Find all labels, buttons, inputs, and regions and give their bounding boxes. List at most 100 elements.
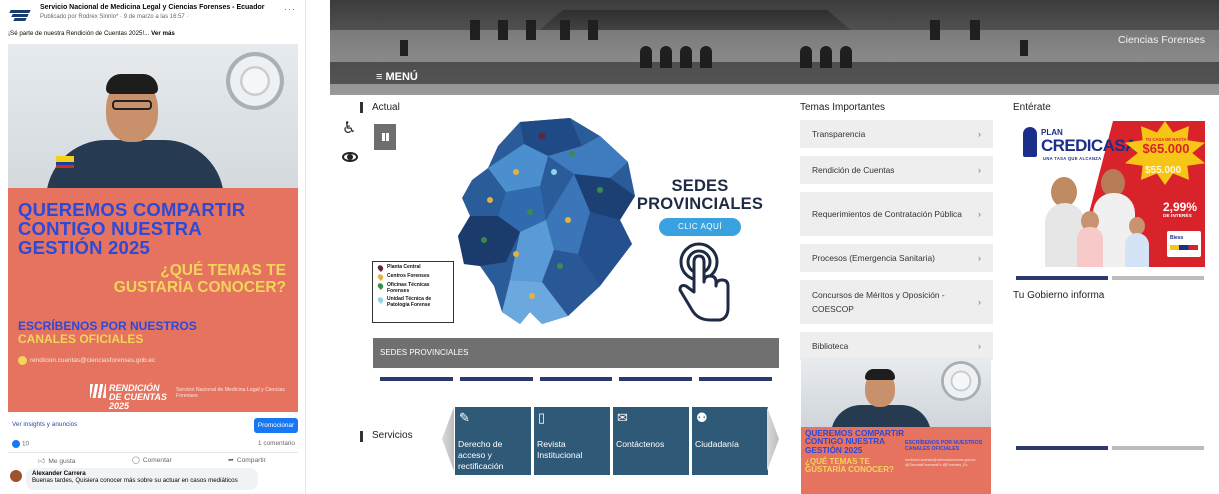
legend-label: Centros Forenses xyxy=(387,273,430,279)
banner-window xyxy=(526,20,536,40)
ad-tagline: UNA TASA QUE ALCANZA xyxy=(1043,156,1102,161)
clic-aqui-button[interactable]: CLIC AQUÍ xyxy=(659,218,741,236)
header-banner: Ciencias Forenses ≡ MENÚ xyxy=(330,0,1219,95)
like-button-label: Me gusta xyxy=(48,458,76,465)
slider-dot[interactable] xyxy=(539,377,613,381)
site-title-link[interactable]: Ciencias Forenses xyxy=(1118,34,1205,46)
legend-label: Planta Central xyxy=(387,264,421,270)
promote-button[interactable]: Promocionar xyxy=(254,418,298,433)
ad-star-text: TU CASA DE HASTA $65.000 xyxy=(1133,137,1199,156)
credicasa-ad[interactable]: PLAN CREDICASA UNA TASA QUE ALCANZA TU C… xyxy=(1013,121,1205,267)
slider-dot[interactable] xyxy=(1112,276,1204,280)
page-logo-icon[interactable] xyxy=(8,10,34,22)
service-card-contactenos[interactable]: ✉ Contáctenos xyxy=(613,407,689,475)
map-legend: Planta Central Centros Forenses Oficinas T… xyxy=(372,261,454,323)
service-card-derecho[interactable]: ✎ Derecho de acceso y rectificación xyxy=(455,407,531,475)
eye-icon[interactable] xyxy=(342,152,358,162)
see-more-link[interactable]: Ver más xyxy=(151,30,175,37)
service-label: Contáctenos xyxy=(616,439,665,449)
accessibility-toolbar: ♿︎ xyxy=(342,120,358,162)
reactions-count[interactable]: 10 xyxy=(12,440,29,448)
ad-slider-indicators xyxy=(1016,276,1204,280)
section-bar xyxy=(360,431,363,442)
tema-contratacion[interactable]: Requerimientos de Contratación Pública › xyxy=(800,192,993,236)
tema-transparencia[interactable]: Transparencia › xyxy=(800,120,993,148)
family-member xyxy=(1125,233,1149,267)
facebook-post: Servicio Nacional de Medicina Legal y Ci… xyxy=(0,0,306,494)
sedes-caption-bar[interactable]: SEDES PROVINCIALES xyxy=(373,338,779,368)
slider-dot-active[interactable] xyxy=(1016,276,1108,280)
menu-bar xyxy=(330,62,1219,84)
chevron-right-icon: › xyxy=(978,297,981,307)
comment-button[interactable]: ◯ Comentar xyxy=(132,456,172,464)
ad-interest: DE INTERÉS xyxy=(1163,214,1192,219)
tema-concursos[interactable]: Concursos de Méritos y Oposición - COESC… xyxy=(800,280,993,324)
tema-biblioteca[interactable]: Biblioteca › xyxy=(800,332,993,360)
slider-dot[interactable] xyxy=(1112,446,1204,450)
slider-dot[interactable] xyxy=(619,377,693,381)
ad-brand-name: CREDICASA xyxy=(1041,136,1137,155)
comment-bubble: Alexander Carrera Buenas tardes, Quisier… xyxy=(26,468,258,490)
service-label: Derecho de acceso y rectificación xyxy=(458,439,504,471)
poster-channels-line2: CANALES OFICIALES xyxy=(18,332,144,346)
people-icon: ⚉ xyxy=(696,410,708,425)
tema-label: Procesos (Emergencia Sanitaria) xyxy=(812,253,935,263)
menu-button[interactable]: ≡ MENÚ xyxy=(376,71,418,83)
tema-emergencia[interactable]: Procesos (Emergencia Sanitaria) › xyxy=(800,244,993,272)
post-poster[interactable]: QUEREMOS COMPARTIR CONTIGO NUESTRA GESTI… xyxy=(8,188,298,412)
more-options-icon[interactable]: ··· xyxy=(284,4,296,14)
promo-links: rendicion.cuentas@cienciasforenses.gob.e… xyxy=(905,458,976,467)
like-button[interactable]: 👍︎ Me gusta xyxy=(38,456,75,465)
rendicion-promo-image[interactable]: QUEREMOS COMPARTIR CONTIGO NUESTRA GESTI… xyxy=(801,357,991,494)
poster-question: ¿QUÉ TEMAS TE GUSTARÍA CONOCER? xyxy=(113,262,286,296)
promo-headline: QUEREMOS COMPARTIR CONTIGO NUESTRA GESTI… xyxy=(805,429,905,455)
slider-dot-active[interactable] xyxy=(1016,446,1108,450)
page-name-link[interactable]: Servicio Nacional de Medicina Legal y Ci… xyxy=(40,4,264,11)
commenter-avatar[interactable] xyxy=(10,470,22,482)
chevron-right-icon: › xyxy=(978,129,981,139)
banner-window xyxy=(400,40,408,56)
like-reaction-icon xyxy=(12,440,20,448)
insights-link[interactable]: Ver insights y anuncios xyxy=(12,421,77,428)
share-button[interactable]: ➦ Compartir xyxy=(228,456,266,464)
slider-dot[interactable] xyxy=(380,377,453,381)
slider-dot[interactable] xyxy=(699,377,772,381)
map-pin-icon xyxy=(376,264,385,272)
pause-button[interactable] xyxy=(374,124,396,150)
comments-count-link[interactable]: 1 comentario xyxy=(258,440,295,447)
legend-item: Planta Central xyxy=(376,264,450,272)
ecuador-map[interactable] xyxy=(450,116,640,326)
person-hair xyxy=(865,369,895,380)
promo-question: ¿QUÉ TEMAS TE GUSTARÍA CONOCER? xyxy=(805,457,894,475)
family-member xyxy=(1077,227,1103,267)
tema-rendicion[interactable]: Rendición de Cuentas › xyxy=(800,156,993,184)
accessibility-person-icon[interactable]: ♿︎ xyxy=(342,120,358,138)
slider-dot[interactable] xyxy=(459,377,533,381)
surgical-lamp xyxy=(226,52,284,110)
banner-window xyxy=(560,20,570,40)
enterate-heading: Entérate xyxy=(1013,102,1051,113)
promo-photo xyxy=(801,357,991,427)
rendicion-logo-text: RENDICIÓN DE CUENTAS 2025 xyxy=(109,383,167,411)
email-icon xyxy=(18,356,27,365)
surgical-lamp xyxy=(941,361,981,401)
biess-logo-text: Biess xyxy=(1170,235,1184,241)
gobierno-slider-indicators xyxy=(1016,446,1204,450)
comment: Alexander Carrera Buenas tardes, Quisier… xyxy=(8,468,258,494)
ecuador-flag-icon xyxy=(56,156,74,168)
sedes-slide[interactable]: Planta Central Centros Forenses Oficinas T… xyxy=(370,112,780,334)
service-card-ciudadania[interactable]: ⚉ Ciudadanía xyxy=(692,407,768,475)
chevron-right-icon: › xyxy=(978,253,981,263)
thumbs-up-icon: 👍︎ xyxy=(38,458,46,465)
temas-list: Transparencia › Rendición de Cuentas › Req… xyxy=(800,120,993,368)
post-photo[interactable] xyxy=(8,44,298,188)
commenter-name[interactable]: Alexander Carrera xyxy=(32,470,252,477)
services-prev-arrow[interactable] xyxy=(442,407,454,471)
caption-text: ¡Sé parte de nuestra Rendición de Cuenta… xyxy=(8,30,152,37)
service-card-revista[interactable]: ▯ Revista Institucional xyxy=(534,407,610,475)
post-meta: Publicado por Rodrex Sinnlo* · 9 de marz… xyxy=(40,14,189,20)
banner-window xyxy=(498,20,508,40)
services-next-arrow[interactable] xyxy=(767,407,779,471)
comment-text: Buenas tardes, Quisiera conocer más sobr… xyxy=(32,477,238,484)
tema-label: Transparencia xyxy=(812,129,866,139)
